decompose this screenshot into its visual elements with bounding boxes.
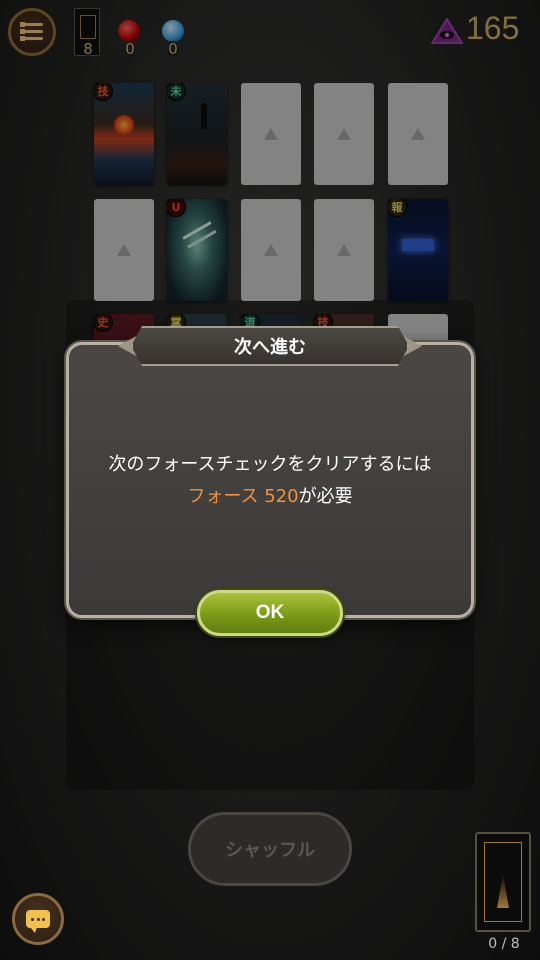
dialog-title: 次へ進む — [234, 337, 306, 358]
deck-progress: 0 / 8 — [488, 936, 520, 952]
requirement-suffix: が必要 — [298, 486, 353, 507]
shuffle-button[interactable]: シャッフル — [188, 812, 352, 886]
dialog-title-plate: 次へ進む — [131, 326, 409, 366]
force-requirement: フォース 520 — [187, 486, 299, 507]
force-check-dialog — [66, 342, 474, 618]
ok-button[interactable]: OK — [197, 590, 343, 636]
chat-icon — [26, 910, 50, 933]
dialog-requirement: フォース 520が必要 — [66, 482, 474, 508]
dialog-message: 次のフォースチェックをクリアするには — [108, 454, 432, 475]
chat-button[interactable] — [12, 893, 64, 945]
draw-deck[interactable] — [475, 832, 531, 932]
